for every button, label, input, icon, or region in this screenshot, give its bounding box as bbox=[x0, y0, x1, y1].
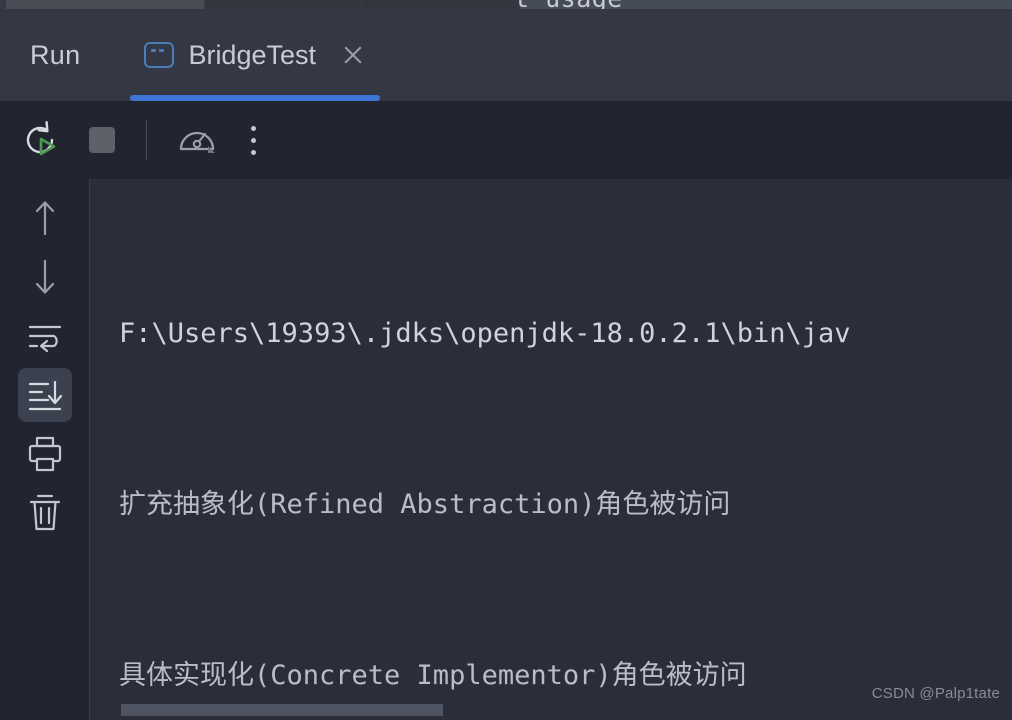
more-options-button[interactable] bbox=[235, 114, 271, 166]
rerun-icon bbox=[19, 119, 61, 161]
soft-wrap-icon bbox=[25, 319, 65, 353]
clipped-tab-segment-1[interactable] bbox=[6, 0, 204, 9]
up-button[interactable] bbox=[18, 191, 72, 245]
scroll-to-end-icon bbox=[25, 378, 65, 412]
vertical-dots-icon bbox=[250, 149, 256, 155]
printer-icon bbox=[25, 435, 65, 473]
profiler-button[interactable] bbox=[171, 114, 223, 166]
tab-bridgetest[interactable]: BridgeTest bbox=[130, 9, 381, 101]
tab-label: BridgeTest bbox=[188, 39, 317, 70]
rerun-button[interactable] bbox=[14, 114, 66, 166]
console-text: F:\Users\19393\.jdks\openjdk-18.0.2.1\bi… bbox=[119, 191, 1012, 720]
close-icon[interactable] bbox=[340, 42, 366, 68]
console-line: 扩充抽象化(Refined Abstraction)角色被访问 bbox=[119, 489, 731, 520]
clipped-top-text: t usage bbox=[514, 0, 623, 9]
arrow-down-icon bbox=[27, 257, 63, 297]
soft-wrap-button[interactable] bbox=[18, 309, 72, 363]
console-line: F:\Users\19393\.jdks\openjdk-18.0.2.1\bi… bbox=[119, 318, 851, 349]
run-toolbar bbox=[0, 101, 1012, 179]
scroll-to-end-button[interactable] bbox=[17, 368, 72, 422]
vertical-dots-icon bbox=[250, 125, 256, 131]
horizontal-scrollbar-thumb[interactable] bbox=[121, 704, 443, 716]
down-button[interactable] bbox=[18, 250, 72, 304]
vertical-dots-icon bbox=[250, 137, 256, 143]
stop-button[interactable] bbox=[76, 114, 128, 166]
trash-icon bbox=[27, 493, 63, 533]
console-gutter-toolbar bbox=[0, 179, 90, 720]
horizontal-scrollbar[interactable] bbox=[91, 700, 1012, 720]
tool-window-title: Run bbox=[30, 39, 81, 70]
clipped-tab-segment-3[interactable] bbox=[363, 0, 518, 9]
console-run-icon bbox=[144, 42, 175, 68]
tool-window-header: Run BridgeTest bbox=[0, 9, 1012, 101]
print-button[interactable] bbox=[18, 427, 72, 481]
profiler-gauge-icon bbox=[175, 118, 219, 162]
console-output-panel[interactable]: F:\Users\19393\.jdks\openjdk-18.0.2.1\bi… bbox=[91, 179, 1012, 720]
editor-tabs-clipped-strip: t usage bbox=[0, 0, 1012, 9]
arrow-up-icon bbox=[27, 198, 63, 238]
clipped-tab-segment-2[interactable] bbox=[206, 0, 361, 9]
toolbar-separator bbox=[146, 120, 147, 160]
run-tool-window: t usage Run BridgeTest bbox=[0, 0, 1012, 720]
stop-square-icon bbox=[85, 123, 119, 157]
watermark: CSDN @Palp1tate bbox=[871, 685, 1000, 702]
clear-all-button[interactable] bbox=[18, 486, 72, 540]
